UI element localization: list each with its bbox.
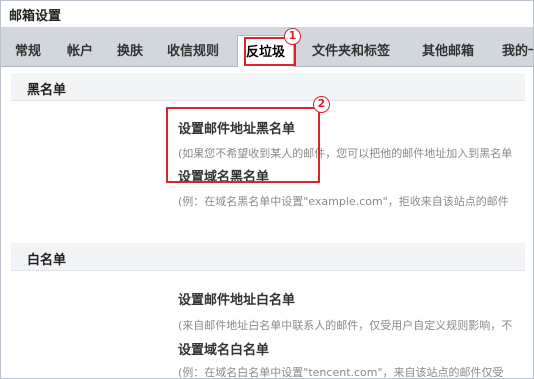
blacklist-section-header: 黑名单: [11, 73, 525, 101]
whitelist-section-header: 白名单: [11, 243, 525, 271]
title-bar: 邮箱设置: [1, 1, 533, 27]
tab-general[interactable]: 常规: [15, 40, 41, 59]
tab-my-cards[interactable]: 我的卡: [502, 40, 533, 59]
page-title: 邮箱设置: [9, 9, 62, 24]
settings-window: 邮箱设置 常规 帐户 换肤 收信规则 反垃圾 文件夹和标签 其他邮箱 我的卡 黑…: [0, 0, 534, 379]
domain-whitelist-description: (例：在域名白名单中设置"tencent.com"，来自该站点的邮件仅受: [178, 366, 504, 379]
tab-accounts[interactable]: 帐户: [67, 40, 93, 59]
tab-mail-rules[interactable]: 收信规则: [167, 40, 219, 59]
tab-other-mailboxes[interactable]: 其他邮箱: [422, 40, 474, 59]
whitelist-section-title: 白名单: [27, 253, 67, 268]
blacklist-section-title: 黑名单: [27, 83, 67, 98]
set-address-whitelist-link[interactable]: 设置邮件地址白名单: [178, 289, 295, 308]
tab-folders-and-labels[interactable]: 文件夹和标签: [312, 40, 390, 59]
set-domain-whitelist-link[interactable]: 设置域名白名单: [178, 339, 269, 358]
tab-skins[interactable]: 换肤: [117, 40, 143, 59]
address-whitelist-description: (来自邮件地址白名单中联系人的邮件，仅受用户自定义规则影响，不: [178, 319, 513, 332]
domain-blacklist-description: (例：在域名黑名单中设置"example.com"，拒收来自该站点的邮件: [178, 195, 509, 208]
annotation-badge-2: 2: [313, 96, 330, 113]
annotation-badge-1: 1: [284, 28, 301, 45]
blacklist-links-highlight: [166, 107, 320, 183]
